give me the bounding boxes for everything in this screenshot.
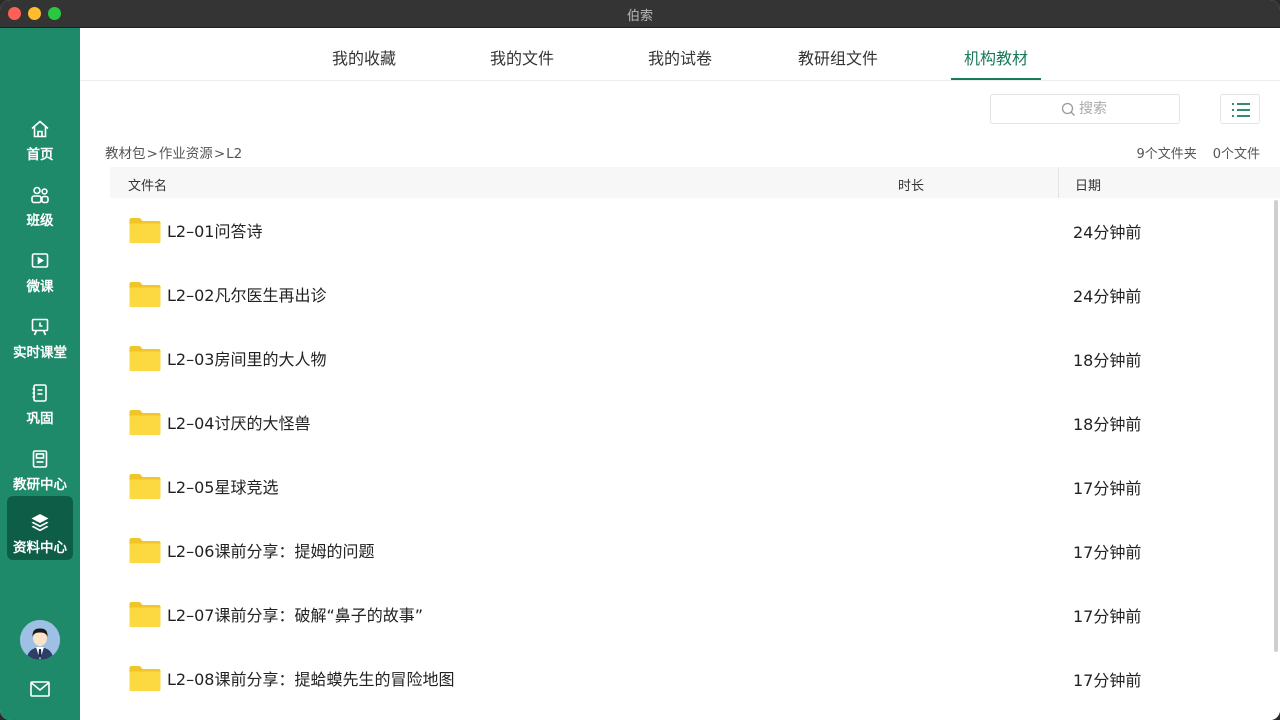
breadcrumb: 教材包>作业资源>L2 — [105, 142, 242, 162]
folder-icon — [129, 346, 161, 371]
row-filename: L2–06课前分享：提姆的问题 — [167, 542, 375, 561]
vertical-scrollbar[interactable] — [1274, 200, 1278, 652]
user-avatar[interactable] — [20, 620, 60, 660]
column-header-duration[interactable]: 时长 — [898, 175, 924, 194]
row-filename: L2–07课前分享：破解“鼻子的故事” — [167, 606, 424, 625]
sidebar-item-consolidate[interactable]: 巩固 — [7, 367, 73, 431]
play-icon — [31, 253, 49, 268]
column-header-date[interactable]: 日期 — [1075, 175, 1101, 194]
row-date: 17分钟前 — [1073, 671, 1142, 690]
home-icon — [31, 120, 49, 138]
mail-icon[interactable] — [30, 681, 50, 697]
row-date: 18分钟前 — [1073, 415, 1142, 434]
row-filename: L2–04讨厌的大怪兽 — [167, 414, 311, 433]
tab-favorites[interactable]: 我的收藏 — [332, 45, 396, 69]
chevron-right-icon: > — [213, 146, 226, 162]
row-date: 17分钟前 — [1073, 479, 1142, 498]
table-row[interactable]: L2–06课前分享：提姆的问题 17分钟前 — [110, 518, 1272, 582]
sidebar-item-label: 巩固 — [26, 411, 54, 427]
table-row[interactable]: L2–03房间里的大人物 18分钟前 — [110, 326, 1272, 390]
book-icon — [32, 450, 48, 468]
sidebar-item-label: 教研中心 — [13, 477, 67, 493]
table-row[interactable]: L2–04讨厌的大怪兽 18分钟前 — [110, 390, 1272, 454]
search-icon — [1061, 102, 1075, 116]
sidebar-item-resources[interactable]: 资料中心 — [7, 496, 73, 560]
row-date: 24分钟前 — [1073, 223, 1142, 242]
row-date: 17分钟前 — [1073, 543, 1142, 562]
breadcrumb-item[interactable]: 作业资源 — [159, 142, 213, 162]
breadcrumb-item[interactable]: 教材包 — [105, 142, 146, 162]
row-date: 18分钟前 — [1073, 351, 1142, 370]
folder-count: 9个文件夹 — [1136, 147, 1197, 162]
tab-research-group-files[interactable]: 教研组文件 — [798, 45, 878, 69]
table-row[interactable]: L2–07课前分享：破解“鼻子的故事” 17分钟前 — [110, 582, 1272, 646]
sidebar-item-research[interactable]: 教研中心 — [7, 433, 73, 497]
active-tab-indicator — [951, 78, 1041, 80]
tab-institution-materials[interactable]: 机构教材 — [964, 45, 1028, 69]
sidebar-item-label: 资料中心 — [13, 540, 67, 556]
row-date: 17分钟前 — [1073, 607, 1142, 626]
main-content: 我的收藏 我的文件 我的试卷 教研组文件 机构教材 教材包>作业资源>L2 9个… — [80, 28, 1280, 720]
breadcrumb-item-current: L2 — [226, 146, 243, 162]
board-icon — [31, 318, 49, 336]
chevron-right-icon: > — [146, 146, 158, 162]
sidebar-item-home[interactable]: 首页 — [7, 103, 73, 167]
table-row[interactable]: L2–08课前分享：提蛤蟆先生的冒险地图 17分钟前 — [110, 646, 1272, 710]
tab-my-papers[interactable]: 我的试卷 — [648, 45, 712, 69]
title-bar: 伯索 — [0, 0, 1280, 28]
search-input[interactable] — [1079, 99, 1169, 119]
sidebar-item-microlesson[interactable]: 微课 — [7, 235, 73, 299]
row-filename: L2–02凡尔医生再出诊 — [167, 286, 327, 305]
sidebar: 首页 班级 微课 实时课堂 巩固 教研中心 资料中心 — [0, 28, 80, 720]
folder-icon — [129, 282, 161, 307]
item-counts: 9个文件夹 0个文件 — [1120, 143, 1260, 162]
file-list: L2–01问答诗 24分钟前 L2–02凡尔医生再出诊 24分钟前 L2–03房… — [110, 198, 1280, 720]
folder-icon — [129, 410, 161, 435]
row-filename: L2–08课前分享：提蛤蟆先生的冒险地图 — [167, 670, 455, 689]
sidebar-item-class[interactable]: 班级 — [7, 169, 73, 233]
sidebar-item-label: 首页 — [26, 147, 54, 163]
row-filename: L2–03房间里的大人物 — [167, 350, 327, 369]
tab-my-files[interactable]: 我的文件 — [490, 45, 554, 69]
folder-icon — [129, 602, 161, 627]
tab-bar: 我的收藏 我的文件 我的试卷 教研组文件 机构教材 — [80, 28, 1280, 81]
file-count: 0个文件 — [1212, 147, 1260, 162]
list-icon — [1232, 103, 1250, 117]
sidebar-item-label: 微课 — [26, 279, 54, 295]
table-row[interactable]: L2–02凡尔医生再出诊 24分钟前 — [110, 262, 1272, 326]
row-filename: L2–01问答诗 — [167, 222, 263, 241]
search-box[interactable] — [990, 94, 1180, 124]
users-icon — [31, 186, 49, 204]
folder-icon — [129, 666, 161, 691]
app-window: 伯索 首页 班级 微课 实时课堂 巩固 教研中心 资料中心 我的收藏 我的文件 … — [0, 0, 1280, 720]
notebook-icon — [32, 384, 47, 402]
window-title: 伯索 — [626, 9, 653, 24]
table-header: 文件名 时长 日期 — [110, 167, 1280, 198]
table-row[interactable]: L2–01问答诗 24分钟前 — [110, 198, 1272, 262]
row-filename: L2–05星球竞选 — [167, 478, 279, 497]
table-row[interactable]: L2–05星球竞选 17分钟前 — [110, 454, 1272, 518]
folder-icon — [129, 474, 161, 499]
layers-icon — [31, 514, 49, 532]
row-date: 24分钟前 — [1073, 287, 1142, 306]
avatar-illustration — [20, 620, 60, 660]
folder-icon — [129, 538, 161, 563]
sidebar-item-label: 班级 — [26, 213, 54, 229]
list-view-toggle-button[interactable] — [1220, 94, 1260, 124]
sidebar-item-label: 实时课堂 — [13, 345, 67, 361]
column-divider[interactable] — [1058, 167, 1059, 198]
sidebar-item-live-class[interactable]: 实时课堂 — [7, 301, 73, 365]
column-header-name[interactable]: 文件名 — [128, 175, 167, 194]
folder-icon — [129, 218, 161, 243]
